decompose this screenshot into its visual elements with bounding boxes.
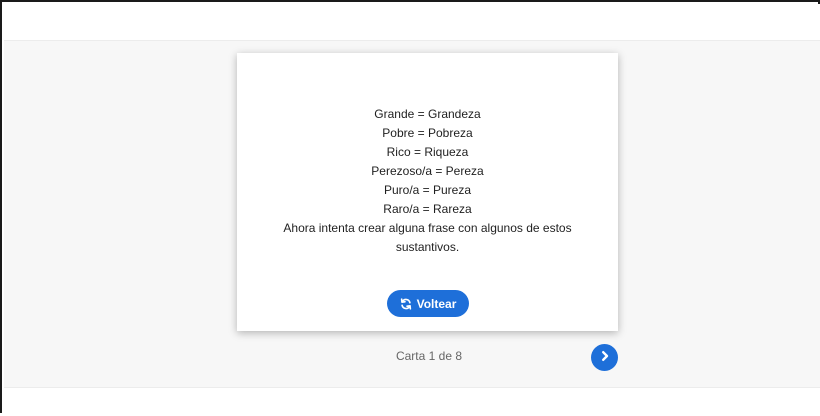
bottom-bar (4, 387, 820, 416)
flashcard-content: Grande = Grandeza Pobre = Pobreza Rico =… (267, 105, 588, 257)
card-counter: Carta 1 de 8 (395, 349, 463, 363)
flashcard-line: Raro/a = Rareza (383, 202, 472, 216)
flashcard-line: Grande = Grandeza (374, 107, 481, 121)
chevron-right-icon (599, 350, 611, 365)
flashcard-line: Perezoso/a = Pereza (371, 164, 484, 178)
flashcard-line: sustantivos. (395, 240, 460, 254)
flashcard: Grande = Grandeza Pobre = Pobreza Rico =… (237, 53, 618, 331)
flashcard-line: Pobre = Pobreza (382, 126, 473, 140)
window-frame: Grande = Grandeza Pobre = Pobreza Rico =… (0, 0, 820, 416)
flashcard-line: Puro/a = Pureza (383, 183, 472, 197)
flashcard-line: Rico = Riqueza (386, 145, 469, 159)
top-bar (4, 4, 820, 41)
next-card-button[interactable] (591, 344, 618, 371)
flip-button-label: Voltear (416, 296, 457, 311)
flip-card-button[interactable]: Voltear (387, 290, 469, 317)
refresh-icon (400, 297, 412, 310)
flashcard-line: Ahora intenta crear alguna frase con alg… (283, 221, 572, 235)
